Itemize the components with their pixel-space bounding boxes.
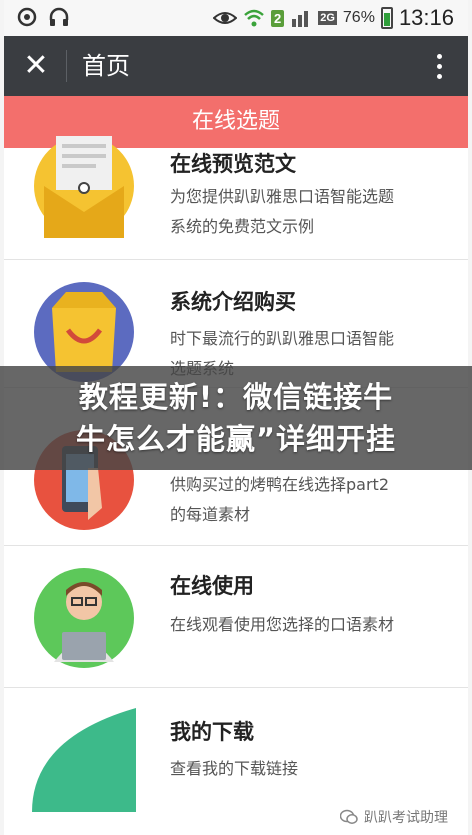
envelope-icon bbox=[32, 134, 136, 238]
overlay-line: 教程更新!：微信链接牛 bbox=[78, 380, 394, 414]
item-desc: 在线观看使用您选择的口语素材 bbox=[170, 610, 442, 640]
page-title: 首页 bbox=[82, 52, 130, 80]
item-desc-line: 系统的免费范文示例 bbox=[170, 217, 315, 236]
wechat-icon bbox=[340, 809, 358, 824]
network-type: 2G bbox=[318, 11, 337, 25]
list-item-use[interactable]: 在线使用 在线观看使用您选择的口语素材 bbox=[4, 546, 468, 688]
list-item-preview[interactable]: 在线预览范文 为您提供趴趴雅思口语智能选题 系统的免费范文示例 bbox=[4, 136, 468, 260]
more-menu-icon[interactable] bbox=[424, 48, 454, 84]
overlay-banner: 教程更新!：微信链接牛 牛怎么才能赢”详细开挂 bbox=[0, 366, 472, 470]
user-laptop-icon bbox=[32, 566, 136, 670]
app-logo-icon bbox=[17, 7, 37, 27]
item-title: 我的下载 bbox=[170, 720, 254, 744]
item-desc: 为您提供趴趴雅思口语智能选题 系统的免费范文示例 bbox=[170, 182, 442, 242]
item-desc-line: 在线观看使用您选择的口语素材 bbox=[170, 615, 395, 634]
item-desc-line: 为您提供趴趴雅思口语智能选题 bbox=[170, 187, 395, 206]
signal-icon bbox=[292, 11, 309, 27]
watermark: 趴趴考试助理 bbox=[340, 807, 448, 827]
headphones-icon bbox=[49, 7, 69, 26]
item-desc: 查看我的下载链接 bbox=[170, 754, 442, 784]
battery-icon bbox=[380, 7, 393, 29]
status-bar: 2 2G 76% 13:16 bbox=[4, 0, 468, 36]
download-icon bbox=[32, 708, 136, 812]
item-title: 在线使用 bbox=[170, 574, 254, 598]
wifi-icon bbox=[244, 9, 264, 27]
eye-icon bbox=[212, 12, 237, 24]
item-desc-line: 时下最流行的趴趴雅思口语智能 bbox=[170, 329, 395, 348]
item-desc-line: 查看我的下载链接 bbox=[170, 759, 299, 778]
clock: 13:16 bbox=[398, 5, 454, 30]
item-desc-line: 供购买过的烤鸭在线选择part2 bbox=[170, 475, 389, 494]
close-icon[interactable]: ✕ bbox=[18, 48, 54, 84]
overlay-headline: 教程更新!：微信链接牛 牛怎么才能赢”详细开挂 bbox=[0, 376, 472, 460]
item-desc: 供购买过的烤鸭在线选择part2 的每道素材 bbox=[170, 470, 442, 530]
sim-badge: 2 bbox=[270, 9, 285, 27]
watermark-text: 趴趴考试助理 bbox=[364, 810, 448, 826]
overlay-line: 牛怎么才能赢”详细开挂 bbox=[75, 422, 397, 456]
item-title: 在线预览范文 bbox=[170, 152, 296, 176]
nav-divider bbox=[66, 50, 67, 82]
nav-bar: ✕ 首页 bbox=[4, 36, 468, 96]
item-desc-line: 的每道素材 bbox=[170, 505, 251, 524]
battery-percent: 76% bbox=[342, 9, 375, 26]
item-title: 系统介绍购买 bbox=[170, 290, 296, 314]
